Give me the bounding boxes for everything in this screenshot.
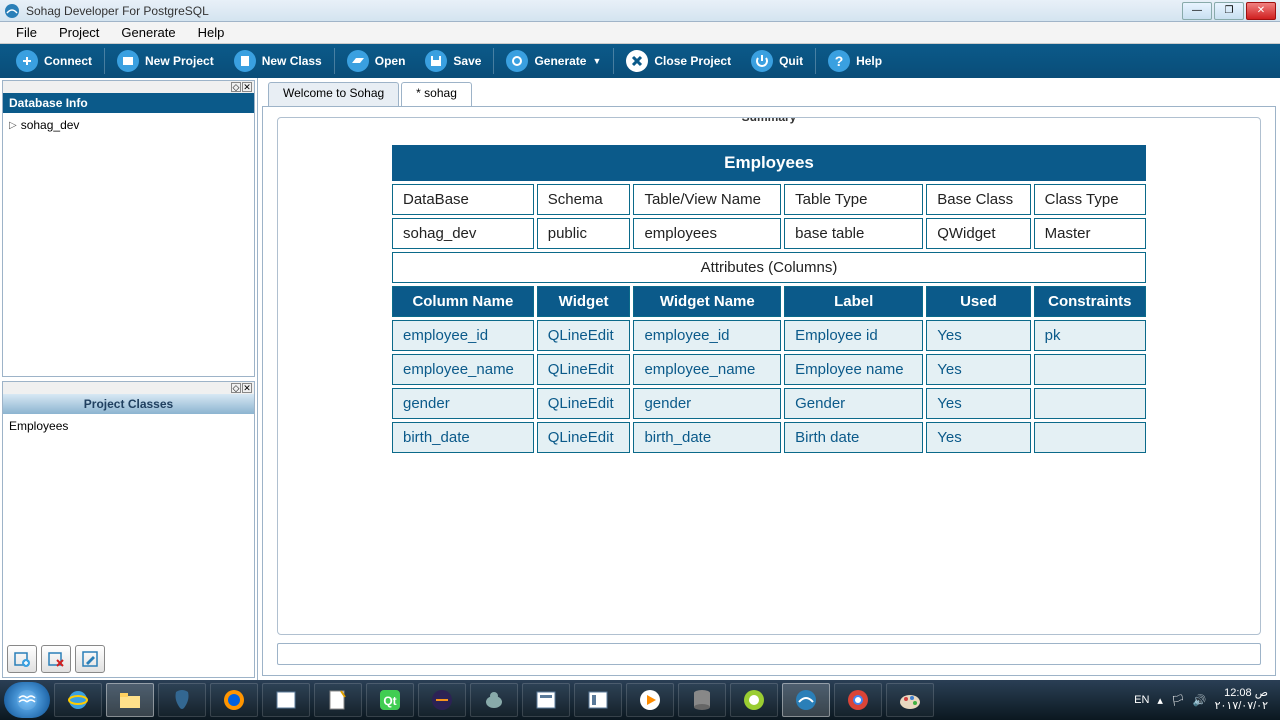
quit-icon bbox=[751, 50, 773, 72]
close-project-button[interactable]: Close Project bbox=[616, 44, 741, 78]
window-title: Sohag Developer For PostgreSQL bbox=[26, 4, 1182, 18]
menu-help[interactable]: Help bbox=[188, 23, 235, 42]
taskbar-app4[interactable] bbox=[522, 683, 570, 717]
table-row: birth_dateQLineEditbirth_dateBirth dateY… bbox=[392, 422, 1146, 453]
status-input[interactable] bbox=[277, 643, 1261, 665]
project-classes-actions bbox=[3, 641, 254, 677]
open-icon bbox=[347, 50, 369, 72]
maximize-button[interactable]: ❐ bbox=[1214, 2, 1244, 20]
taskbar-app6[interactable] bbox=[730, 683, 778, 717]
page-body: Summary Employees DataBase Schema Table/… bbox=[262, 106, 1276, 676]
taskbar-qt[interactable]: Qt bbox=[366, 683, 414, 717]
menu-bar: File Project Generate Help bbox=[0, 22, 1280, 44]
app-icon bbox=[4, 3, 20, 19]
taskbar-explorer[interactable] bbox=[106, 683, 154, 717]
menu-project[interactable]: Project bbox=[49, 23, 109, 42]
panel-float-icon[interactable]: ◇ bbox=[231, 383, 241, 393]
tree-expander-icon[interactable]: ▷ bbox=[9, 120, 17, 131]
table-row: employee_idQLineEditemployee_idEmployee … bbox=[392, 320, 1146, 351]
title-bar: Sohag Developer For PostgreSQL — ❐ ✕ bbox=[0, 0, 1280, 22]
taskbar-sohag[interactable] bbox=[782, 683, 830, 717]
project-classes-panel: ◇✕ Project Classes Employees bbox=[2, 381, 255, 678]
db-tree-item[interactable]: ▷ sohag_dev bbox=[9, 117, 248, 133]
panel-close-icon[interactable]: ✕ bbox=[242, 82, 252, 92]
gear-icon bbox=[506, 50, 528, 72]
tray-volume-icon[interactable]: 🔊 bbox=[1193, 694, 1207, 707]
summary-box: Summary Employees DataBase Schema Table/… bbox=[277, 117, 1261, 635]
window-controls: — ❐ ✕ bbox=[1182, 2, 1276, 20]
menu-generate[interactable]: Generate bbox=[111, 23, 185, 42]
save-button[interactable]: Save bbox=[415, 44, 491, 78]
add-class-button[interactable] bbox=[7, 645, 37, 673]
tray-chevron-icon[interactable]: ▴ bbox=[1157, 694, 1163, 707]
menu-file[interactable]: File bbox=[6, 23, 47, 42]
table-row: employee_nameQLineEditemployee_nameEmplo… bbox=[392, 354, 1146, 385]
generate-button[interactable]: Generate▼ bbox=[496, 44, 611, 78]
db-info-header: Database Info bbox=[3, 93, 254, 113]
taskbar-firefox[interactable] bbox=[210, 683, 258, 717]
tab-current[interactable]: * sohag bbox=[401, 82, 472, 106]
taskbar-app5[interactable] bbox=[574, 683, 622, 717]
plug-icon bbox=[16, 50, 38, 72]
minimize-button[interactable]: — bbox=[1182, 2, 1212, 20]
db-name-label: sohag_dev bbox=[21, 118, 80, 132]
help-button[interactable]: ?Help bbox=[818, 44, 892, 78]
tray-clock[interactable]: 12:08 ص ٢٠١٧/٠٧/٠٢ bbox=[1215, 687, 1268, 713]
taskbar-postgres[interactable] bbox=[158, 683, 206, 717]
taskbar-ie[interactable] bbox=[54, 683, 102, 717]
connect-button[interactable]: Connect bbox=[6, 44, 102, 78]
start-button[interactable] bbox=[4, 682, 50, 718]
new-project-button[interactable]: New Project bbox=[107, 44, 224, 78]
class-name-label: Employees bbox=[9, 419, 68, 433]
panel-float-icon[interactable]: ◇ bbox=[231, 82, 241, 92]
left-column: ◇✕ Database Info ▷ sohag_dev ◇✕ Project … bbox=[0, 78, 258, 680]
svg-text:?: ? bbox=[835, 53, 844, 69]
taskbar-eclipse[interactable] bbox=[418, 683, 466, 717]
svg-text:Qt: Qt bbox=[383, 694, 396, 708]
close-button[interactable]: ✕ bbox=[1246, 2, 1276, 20]
taskbar-chrome[interactable] bbox=[834, 683, 882, 717]
summary-label: Summary bbox=[734, 117, 805, 124]
content-area: Welcome to Sohag * sohag Summary Employe… bbox=[258, 78, 1280, 680]
taskbar: Qt EN ▴ 🏳 🔊 12:08 ص ٢٠١٧/٠٧/٠٢ bbox=[0, 680, 1280, 720]
chevron-down-icon: ▼ bbox=[592, 56, 601, 66]
tray-lang[interactable]: EN bbox=[1134, 694, 1149, 706]
tab-bar: Welcome to Sohag * sohag bbox=[268, 82, 1276, 106]
taskbar-paint[interactable] bbox=[886, 683, 934, 717]
tray-flag-icon[interactable]: 🏳 bbox=[1171, 694, 1185, 707]
remove-class-button[interactable] bbox=[41, 645, 71, 673]
panel-close-icon[interactable]: ✕ bbox=[242, 383, 252, 393]
new-class-button[interactable]: New Class bbox=[224, 44, 332, 78]
system-tray: EN ▴ 🏳 🔊 12:08 ص ٢٠١٧/٠٧/٠٢ bbox=[1126, 687, 1276, 713]
tab-welcome[interactable]: Welcome to Sohag bbox=[268, 82, 399, 106]
close-project-icon bbox=[626, 50, 648, 72]
taskbar-media[interactable] bbox=[626, 683, 674, 717]
help-icon: ? bbox=[828, 50, 850, 72]
taskbar-app3[interactable] bbox=[470, 683, 518, 717]
quit-button[interactable]: Quit bbox=[741, 44, 813, 78]
taskbar-app1[interactable] bbox=[262, 683, 310, 717]
open-button[interactable]: Open bbox=[337, 44, 416, 78]
table-row: genderQLineEditgenderGenderYes bbox=[392, 388, 1146, 419]
taskbar-db[interactable] bbox=[678, 683, 726, 717]
project-classes-header: Project Classes bbox=[3, 394, 254, 414]
save-icon bbox=[425, 50, 447, 72]
summary-title: Employees bbox=[392, 145, 1146, 181]
taskbar-app2[interactable] bbox=[314, 683, 362, 717]
toolbar: Connect New Project New Class Open Save … bbox=[0, 44, 1280, 78]
new-project-icon bbox=[117, 50, 139, 72]
summary-table: Employees DataBase Schema Table/View Nam… bbox=[389, 142, 1149, 456]
edit-class-button[interactable] bbox=[75, 645, 105, 673]
db-info-panel: ◇✕ Database Info ▷ sohag_dev bbox=[2, 80, 255, 377]
new-class-icon bbox=[234, 50, 256, 72]
class-list-item[interactable]: Employees bbox=[9, 418, 248, 434]
